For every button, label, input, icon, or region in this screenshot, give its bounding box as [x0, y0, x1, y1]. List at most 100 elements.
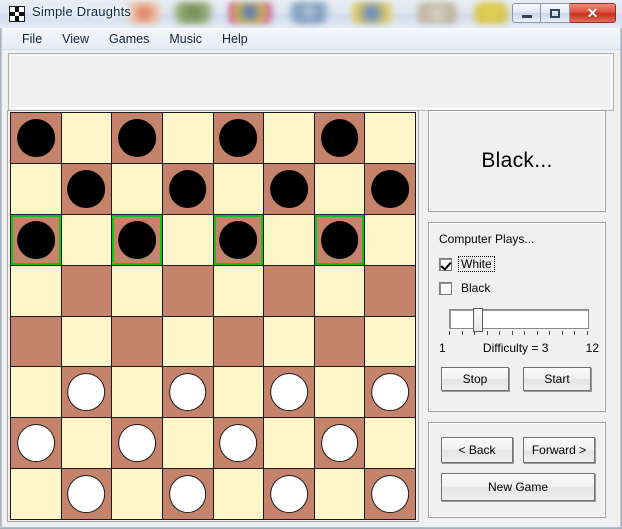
checkbox-black[interactable] [439, 281, 452, 295]
black-piece[interactable] [270, 169, 308, 208]
menu-item-games[interactable]: Games [99, 30, 159, 48]
board-square[interactable] [365, 469, 415, 519]
menu-item-file[interactable]: File [12, 30, 52, 48]
board-square[interactable] [11, 163, 61, 214]
board-square[interactable] [365, 316, 415, 367]
board-square[interactable] [365, 418, 415, 469]
difficulty-slider-thumb[interactable] [472, 308, 483, 332]
board-square[interactable] [162, 265, 213, 316]
white-piece[interactable] [270, 475, 308, 514]
checkbox-row-white[interactable]: White [439, 256, 495, 272]
board-square[interactable] [264, 469, 314, 519]
board-square[interactable] [61, 113, 112, 163]
draughts-board[interactable] [10, 112, 416, 520]
board-square[interactable] [365, 265, 415, 316]
board-square[interactable] [162, 316, 213, 367]
board-square[interactable] [11, 113, 61, 163]
white-piece[interactable] [320, 424, 359, 463]
board-square[interactable] [61, 265, 112, 316]
board-square[interactable] [162, 163, 213, 214]
white-piece[interactable] [168, 475, 207, 514]
close-button[interactable]: ✕ [570, 3, 616, 23]
board-square[interactable] [314, 316, 365, 367]
menu-item-help[interactable]: Help [212, 30, 258, 48]
board-square[interactable] [264, 316, 314, 367]
white-piece[interactable] [67, 373, 106, 412]
board-square[interactable] [365, 214, 415, 265]
black-piece[interactable] [219, 220, 258, 259]
board-square[interactable] [11, 418, 61, 469]
board-square[interactable] [314, 163, 365, 214]
board-square[interactable] [61, 316, 112, 367]
black-piece[interactable] [320, 118, 359, 157]
start-button[interactable]: Start [523, 367, 591, 391]
board-square[interactable] [213, 469, 264, 519]
board-square[interactable] [112, 214, 162, 265]
white-piece[interactable] [270, 373, 308, 412]
new-game-button[interactable]: New Game [441, 473, 595, 501]
board-square[interactable] [264, 367, 314, 418]
white-piece[interactable] [16, 424, 55, 463]
board-square[interactable] [61, 367, 112, 418]
white-piece[interactable] [67, 475, 106, 514]
board-square[interactable] [11, 316, 61, 367]
board-square[interactable] [112, 265, 162, 316]
menu-item-music[interactable]: Music [159, 30, 212, 48]
board-square[interactable] [213, 163, 264, 214]
board-square[interactable] [213, 265, 264, 316]
title-bar[interactable]: Simple Draughts ✕ [0, 0, 622, 29]
black-piece[interactable] [320, 220, 359, 259]
board-square[interactable] [61, 469, 112, 519]
board-square[interactable] [61, 418, 112, 469]
board-square[interactable] [162, 418, 213, 469]
board-square[interactable] [11, 265, 61, 316]
board-square[interactable] [314, 113, 365, 163]
board-square[interactable] [61, 214, 112, 265]
board-square[interactable] [213, 214, 264, 265]
board-square[interactable] [264, 214, 314, 265]
white-piece[interactable] [371, 373, 410, 412]
white-piece[interactable] [168, 373, 207, 412]
minimize-button[interactable] [512, 3, 541, 23]
black-piece[interactable] [16, 220, 55, 259]
stop-button[interactable]: Stop [441, 367, 509, 391]
board-square[interactable] [162, 367, 213, 418]
board-square[interactable] [112, 469, 162, 519]
black-piece[interactable] [219, 118, 258, 157]
board-square[interactable] [314, 214, 365, 265]
board-square[interactable] [162, 214, 213, 265]
menu-item-view[interactable]: View [52, 30, 99, 48]
board-square[interactable] [264, 418, 314, 469]
back-button[interactable]: < Back [441, 437, 513, 463]
board-square[interactable] [213, 316, 264, 367]
board-square[interactable] [11, 214, 61, 265]
board-square[interactable] [314, 265, 365, 316]
board-square[interactable] [112, 113, 162, 163]
board-square[interactable] [112, 367, 162, 418]
black-piece[interactable] [118, 118, 156, 157]
board-square[interactable] [264, 113, 314, 163]
board-square[interactable] [11, 367, 61, 418]
board-square[interactable] [314, 418, 365, 469]
board-square[interactable] [112, 418, 162, 469]
board-square[interactable] [112, 316, 162, 367]
board-square[interactable] [314, 469, 365, 519]
white-piece[interactable] [371, 475, 410, 514]
white-piece[interactable] [219, 424, 258, 463]
difficulty-slider[interactable] [449, 308, 589, 332]
board-square[interactable] [162, 469, 213, 519]
board-square[interactable] [213, 367, 264, 418]
board-square[interactable] [112, 163, 162, 214]
board-square[interactable] [365, 113, 415, 163]
board-square[interactable] [213, 113, 264, 163]
forward-button[interactable]: Forward > [523, 437, 595, 463]
board-square[interactable] [11, 469, 61, 519]
board-square[interactable] [365, 163, 415, 214]
board-square[interactable] [162, 113, 213, 163]
board-square[interactable] [365, 367, 415, 418]
board-square[interactable] [213, 418, 264, 469]
black-piece[interactable] [168, 169, 207, 208]
checkbox-white[interactable] [439, 257, 452, 271]
black-piece[interactable] [371, 169, 410, 208]
black-piece[interactable] [67, 169, 106, 208]
